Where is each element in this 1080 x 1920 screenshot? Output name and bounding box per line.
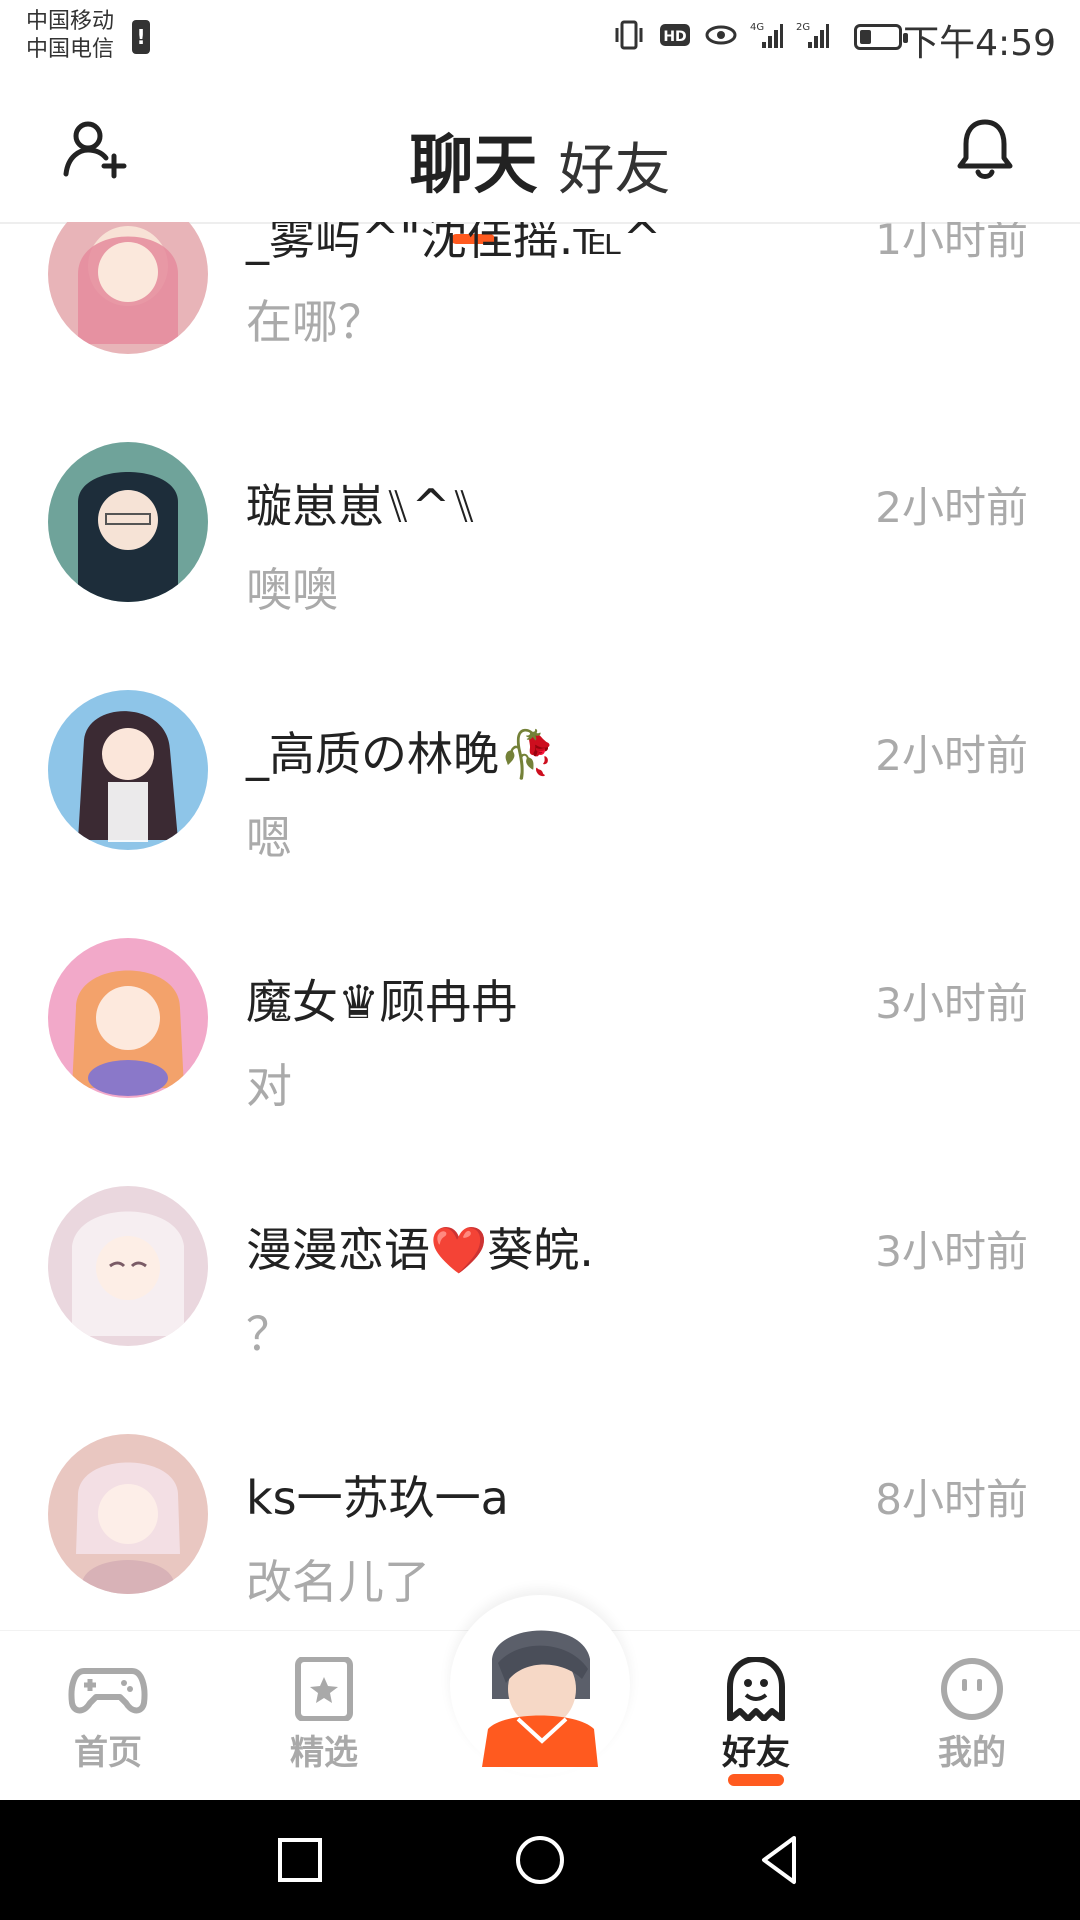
avatar-image	[48, 1186, 208, 1346]
tab-chat[interactable]: 聊天	[409, 114, 538, 244]
avatar-image	[48, 1434, 208, 1594]
system-navigation-bar	[0, 1800, 1080, 1920]
nav-featured[interactable]: 精选	[264, 1657, 384, 1774]
svg-text:4G: 4G	[750, 22, 764, 33]
bookmark-star-icon	[295, 1657, 353, 1721]
carrier-2: 中国电信	[26, 37, 115, 62]
message-time: 1小时前	[875, 222, 1028, 264]
hd-icon: HD	[660, 24, 690, 46]
message-time: 3小时前	[875, 1227, 1028, 1276]
nav-home[interactable]: 首页	[48, 1657, 168, 1774]
carrier-1: 中国移动	[26, 9, 115, 34]
ghost-icon	[727, 1657, 785, 1721]
status-icons: HD 4G 2G	[612, 18, 830, 52]
last-message: 噢噢	[246, 563, 338, 617]
contact-name: 璇崽崽⑊^⑊	[246, 479, 478, 533]
nav-mine[interactable]: 我的	[912, 1657, 1032, 1774]
avatar[interactable]	[48, 442, 208, 602]
battery-level	[860, 30, 871, 44]
last-message: 在哪？	[246, 295, 384, 349]
message-time: 2小时前	[875, 731, 1028, 780]
nav-friends-label: 好友	[722, 1733, 790, 1773]
top-header: 聊天 好友	[0, 80, 1080, 244]
list-item[interactable]: _高质の林晚🥀 2小时前 嗯	[0, 690, 1080, 938]
last-message: 对	[246, 1059, 292, 1113]
avatar[interactable]	[48, 690, 208, 850]
avatar-image	[48, 222, 208, 354]
list-item[interactable]: _雾屿^"沈佳摇.℡^ 1小时前 在哪？	[0, 222, 1080, 442]
contact-name: 魔女♛顾冉冉	[246, 975, 518, 1029]
signal-4g-icon: 4G	[750, 22, 783, 48]
last-message: 改名儿了	[246, 1555, 430, 1609]
message-time: 3小时前	[875, 979, 1028, 1028]
avatar[interactable]	[48, 1434, 208, 1594]
signal-2g-icon: 2G	[796, 22, 829, 48]
vibrate-icon	[615, 20, 643, 50]
list-item[interactable]: 魔女♛顾冉冉 3小时前 对	[0, 938, 1080, 1186]
avatar-image	[48, 690, 208, 850]
home-circle-icon[interactable]	[510, 1830, 570, 1890]
recent-apps-icon[interactable]	[270, 1830, 330, 1890]
gamepad-icon	[68, 1668, 148, 1714]
message-time: 2小时前	[875, 483, 1028, 532]
avatar[interactable]	[48, 1186, 208, 1346]
battery-icon	[854, 24, 908, 50]
header-tabs: 聊天 好友	[0, 114, 1080, 244]
tab-friends[interactable]: 好友	[559, 125, 671, 206]
bottom-navigation: 首页 精选 好友 我的	[0, 1595, 1080, 1801]
boy-avatar-icon[interactable]	[478, 1619, 602, 1767]
contact-name: 漫漫恋语❤️葵皖.	[246, 1223, 594, 1277]
svg-text:HD: HD	[663, 29, 686, 45]
tab-chat-label: 聊天	[409, 129, 538, 203]
contact-name: _雾屿^"沈佳摇.℡^	[246, 222, 662, 265]
active-nav-indicator	[728, 1774, 784, 1786]
list-item[interactable]: 漫漫恋语❤️葵皖. 3小时前 ？	[0, 1186, 1080, 1434]
notification-bell-icon[interactable]	[954, 116, 1016, 182]
smiley-face-icon	[941, 1658, 1003, 1720]
nav-featured-label: 精选	[290, 1733, 358, 1773]
avatar[interactable]	[48, 938, 208, 1098]
back-triangle-icon[interactable]	[750, 1830, 810, 1890]
contact-name: _高质の林晚🥀	[246, 727, 557, 781]
last-message: 嗯	[246, 811, 292, 865]
conversation-list[interactable]: _雾屿^"沈佳摇.℡^ 1小时前 在哪？ 璇崽崽⑊^⑊ 2小时前 噢噢 _高质の…	[0, 222, 1080, 1630]
avatar-image	[48, 442, 208, 602]
message-time: 8小时前	[875, 1475, 1028, 1524]
list-item[interactable]: 璇崽崽⑊^⑊ 2小时前 噢噢	[0, 442, 1080, 690]
clock: 下午4:59	[903, 23, 1056, 64]
nav-friends[interactable]: 好友	[696, 1657, 816, 1786]
avatar-image	[48, 938, 208, 1098]
avatar[interactable]	[48, 222, 208, 354]
nav-home-label: 首页	[74, 1733, 142, 1773]
last-message: ？	[246, 1307, 292, 1361]
sim-alert-icon: !	[132, 20, 150, 54]
nav-mine-label: 我的	[938, 1733, 1006, 1773]
status-bar: 中国移动 中国电信 ! HD 4G 2G 下午4:59	[0, 0, 1080, 80]
carrier-info: 中国移动 中国电信	[26, 8, 114, 64]
contact-name: ks一苏玖一a	[246, 1471, 509, 1525]
svg-text:2G: 2G	[796, 22, 810, 33]
eye-comfort-icon	[705, 25, 737, 45]
